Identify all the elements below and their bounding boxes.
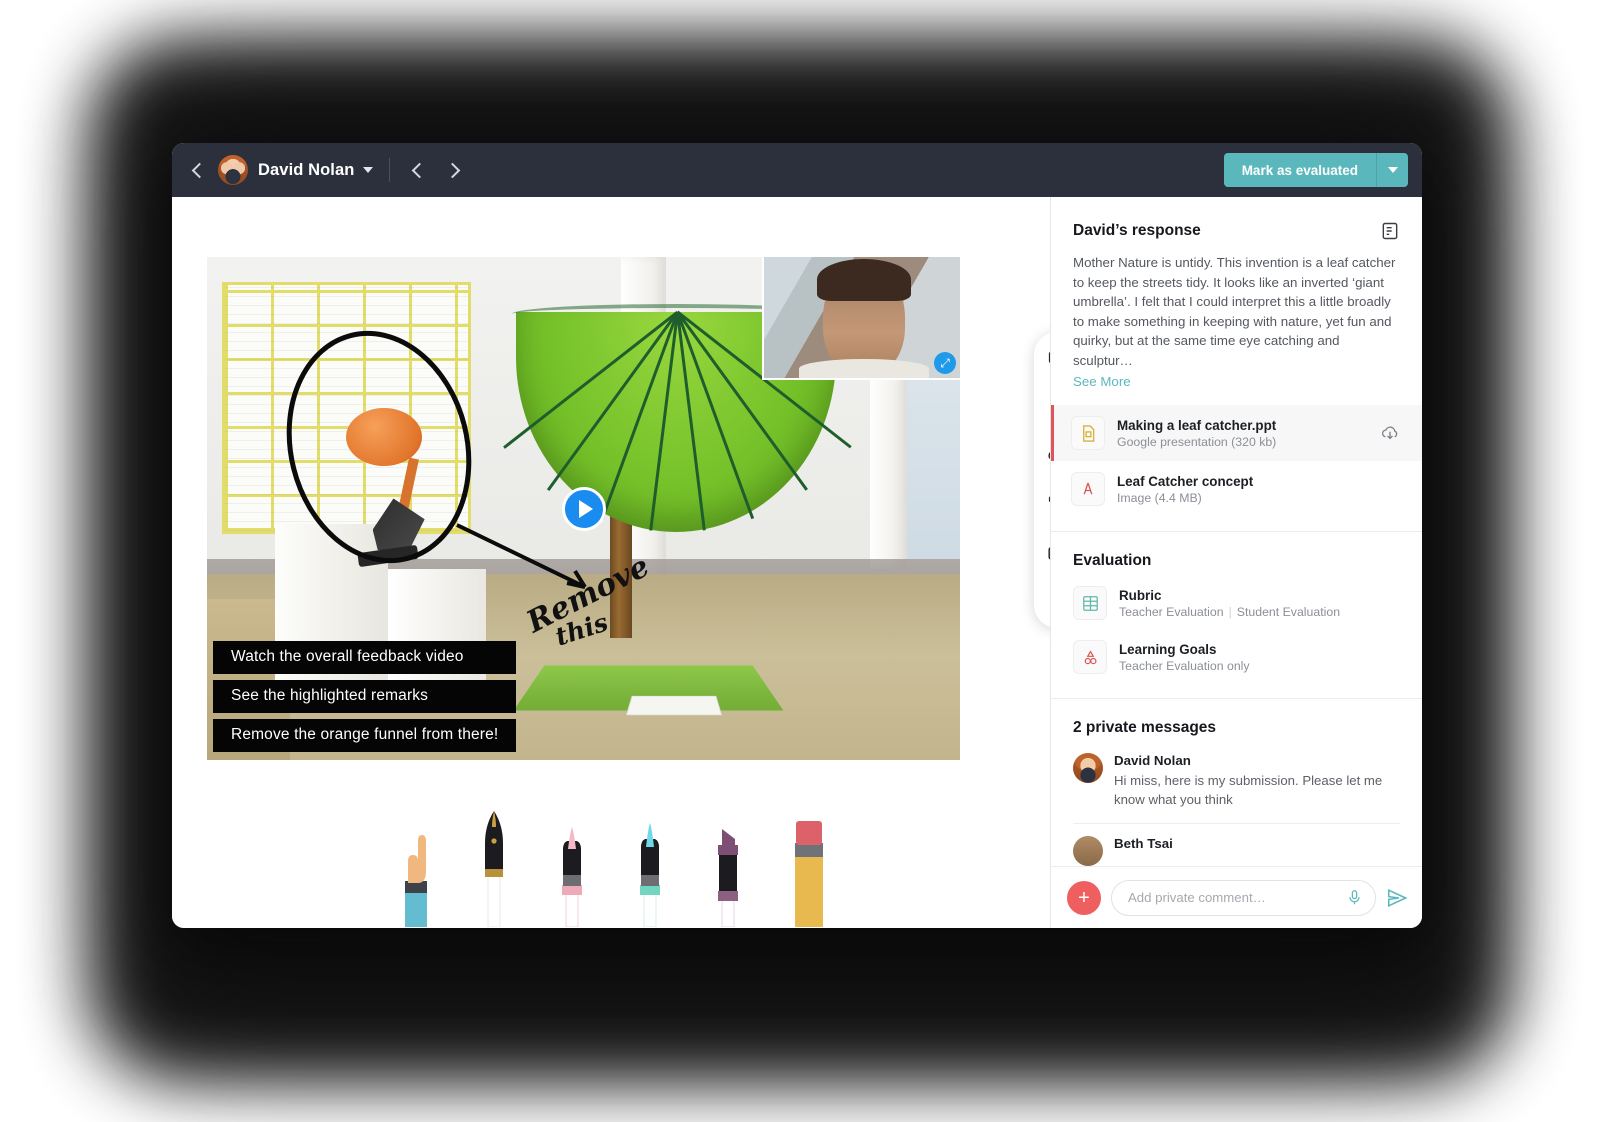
photo-orange-funnel	[346, 407, 423, 466]
evaluation-name: Rubric	[1119, 587, 1162, 603]
avatar	[218, 155, 248, 185]
evaluation-subtitle: Teacher Evaluation | Student Evaluation	[1119, 605, 1340, 619]
message-item[interactable]: David Nolan Hi miss, here is my submissi…	[1051, 749, 1422, 823]
photo-caption-card	[625, 695, 722, 715]
attachment-name: Leaf Catcher concept	[1117, 473, 1254, 489]
messages-title: 2 private messages	[1073, 719, 1217, 736]
photo-drawing-grid	[222, 282, 471, 534]
note-icon[interactable]	[1380, 221, 1400, 241]
evaluation-row-learning-goals[interactable]: Learning Goals Teacher Evaluation only	[1051, 630, 1422, 684]
details-rail: David’s response Mother Nature is untidy…	[1050, 197, 1422, 928]
evaluation-meta: Learning Goals Teacher Evaluation only	[1119, 642, 1250, 673]
evaluation-title: Evaluation	[1073, 552, 1152, 569]
pip-hair	[816, 259, 911, 301]
fountain-pen-tool[interactable]	[477, 797, 511, 928]
evaluation-meta: Rubric Teacher Evaluation | Student Evalua…	[1119, 588, 1340, 619]
caption-item[interactable]: See the highlighted remarks	[213, 680, 517, 713]
messages-section-header: 2 private messages	[1051, 699, 1422, 749]
app-window: David Nolan Mark as evaluated Remove thi…	[172, 143, 1422, 928]
back-button[interactable]	[180, 152, 216, 188]
chevron-down-icon	[1387, 167, 1398, 173]
attachment-subtitle: Image (4.4 MB)	[1117, 490, 1202, 505]
attachment-list: Making a leaf catcher.ppt Google present…	[1051, 405, 1422, 517]
play-icon	[578, 499, 593, 518]
attachment-name: Making a leaf catcher.ppt	[1117, 417, 1277, 433]
evaluation-section-header: Evaluation	[1051, 532, 1422, 576]
message-body: David Nolan Hi miss, here is my submissi…	[1114, 753, 1400, 809]
chevron-left-icon	[191, 162, 208, 178]
send-icon[interactable]	[1386, 887, 1408, 909]
pink-pen-tool[interactable]	[555, 807, 589, 928]
chevron-down-icon[interactable]	[363, 167, 374, 173]
response-header: David’s response	[1073, 221, 1400, 241]
message-author: David Nolan	[1114, 753, 1191, 768]
attachment-row[interactable]: Making a leaf catcher.ppt Google present…	[1051, 405, 1422, 461]
pdf-file-icon	[1071, 472, 1105, 506]
caption-item[interactable]: Watch the overall feedback video	[213, 641, 517, 674]
purple-marker-tool[interactable]	[711, 807, 745, 928]
message-body: Beth Tsai	[1114, 836, 1173, 866]
next-student-button[interactable]	[436, 152, 472, 188]
rail-scroll-area[interactable]: David’s response Mother Nature is untidy…	[1051, 197, 1422, 866]
mark-as-evaluated-button[interactable]: Mark as evaluated	[1223, 153, 1376, 187]
avatar	[1073, 753, 1103, 783]
screenshot-stage: David Nolan Mark as evaluated Remove thi…	[0, 0, 1600, 1122]
cyan-highlighter-tool[interactable]	[633, 807, 667, 928]
chevron-left-icon	[412, 162, 428, 178]
avatar	[1073, 836, 1103, 866]
evaluation-row-rubric[interactable]: Rubric Teacher Evaluation | Student Evalua…	[1051, 576, 1422, 630]
grid-table-icon	[1073, 586, 1107, 620]
microphone-icon[interactable]	[1346, 889, 1363, 906]
pip-shirt	[799, 358, 929, 378]
caption-stack: Watch the overall feedback video See the…	[213, 641, 517, 752]
message-item[interactable]: Beth Tsai	[1051, 824, 1422, 866]
response-section: David’s response Mother Nature is untidy…	[1051, 197, 1422, 391]
top-bar: David Nolan Mark as evaluated	[172, 143, 1422, 197]
chevron-right-icon	[445, 162, 461, 178]
window-body: Remove this ⤢ Watch the overall feedback…	[172, 197, 1422, 928]
student-evaluation-label: Student Evaluation	[1236, 604, 1341, 619]
presentation-file-icon	[1071, 416, 1105, 450]
add-attachment-button[interactable]: +	[1067, 880, 1101, 915]
attachment-meta: Making a leaf catcher.ppt Google present…	[1117, 418, 1380, 449]
comment-input[interactable]	[1128, 890, 1346, 905]
caption-item[interactable]: Remove the orange funnel from there!	[213, 719, 517, 752]
pen-tray	[399, 797, 823, 928]
teacher-evaluation-label: Teacher Evaluation	[1119, 604, 1224, 619]
play-button[interactable]	[561, 486, 606, 531]
message-author: Beth Tsai	[1114, 836, 1173, 851]
pointer-hand-tool[interactable]	[399, 817, 433, 928]
annotation-canvas[interactable]: Remove this ⤢ Watch the overall feedback…	[172, 197, 1080, 928]
attachment-meta: Leaf Catcher concept Image (4.4 MB)	[1117, 474, 1400, 505]
shapes-goals-icon	[1073, 640, 1107, 674]
separator: |	[1228, 604, 1232, 619]
prev-student-button[interactable]	[400, 152, 436, 188]
attachment-row[interactable]: Leaf Catcher concept Image (4.4 MB)	[1051, 461, 1422, 517]
evaluation-name: Learning Goals	[1119, 641, 1217, 657]
see-more-link[interactable]: See More	[1073, 374, 1131, 389]
download-icon[interactable]	[1380, 423, 1400, 443]
pip-webcam-video[interactable]: ⤢	[762, 257, 960, 380]
comment-input-wrap[interactable]	[1111, 879, 1376, 916]
evaluation-subtitle: Teacher Evaluation only	[1119, 658, 1250, 673]
attachment-subtitle: Google presentation (320 kb)	[1117, 434, 1277, 449]
comment-composer: +	[1051, 866, 1422, 928]
expand-icon[interactable]: ⤢	[934, 352, 956, 374]
response-title: David’s response	[1073, 222, 1201, 239]
divider	[389, 158, 391, 182]
page-title: David Nolan	[258, 160, 355, 179]
media-viewer[interactable]: Remove this ⤢ Watch the overall feedback…	[207, 257, 960, 760]
eraser-tool[interactable]	[789, 807, 823, 928]
message-text: Hi miss, here is my submission. Please l…	[1114, 773, 1383, 807]
response-body: Mother Nature is untidy. This invention …	[1073, 255, 1396, 368]
mark-as-evaluated-dropdown[interactable]	[1376, 153, 1408, 187]
